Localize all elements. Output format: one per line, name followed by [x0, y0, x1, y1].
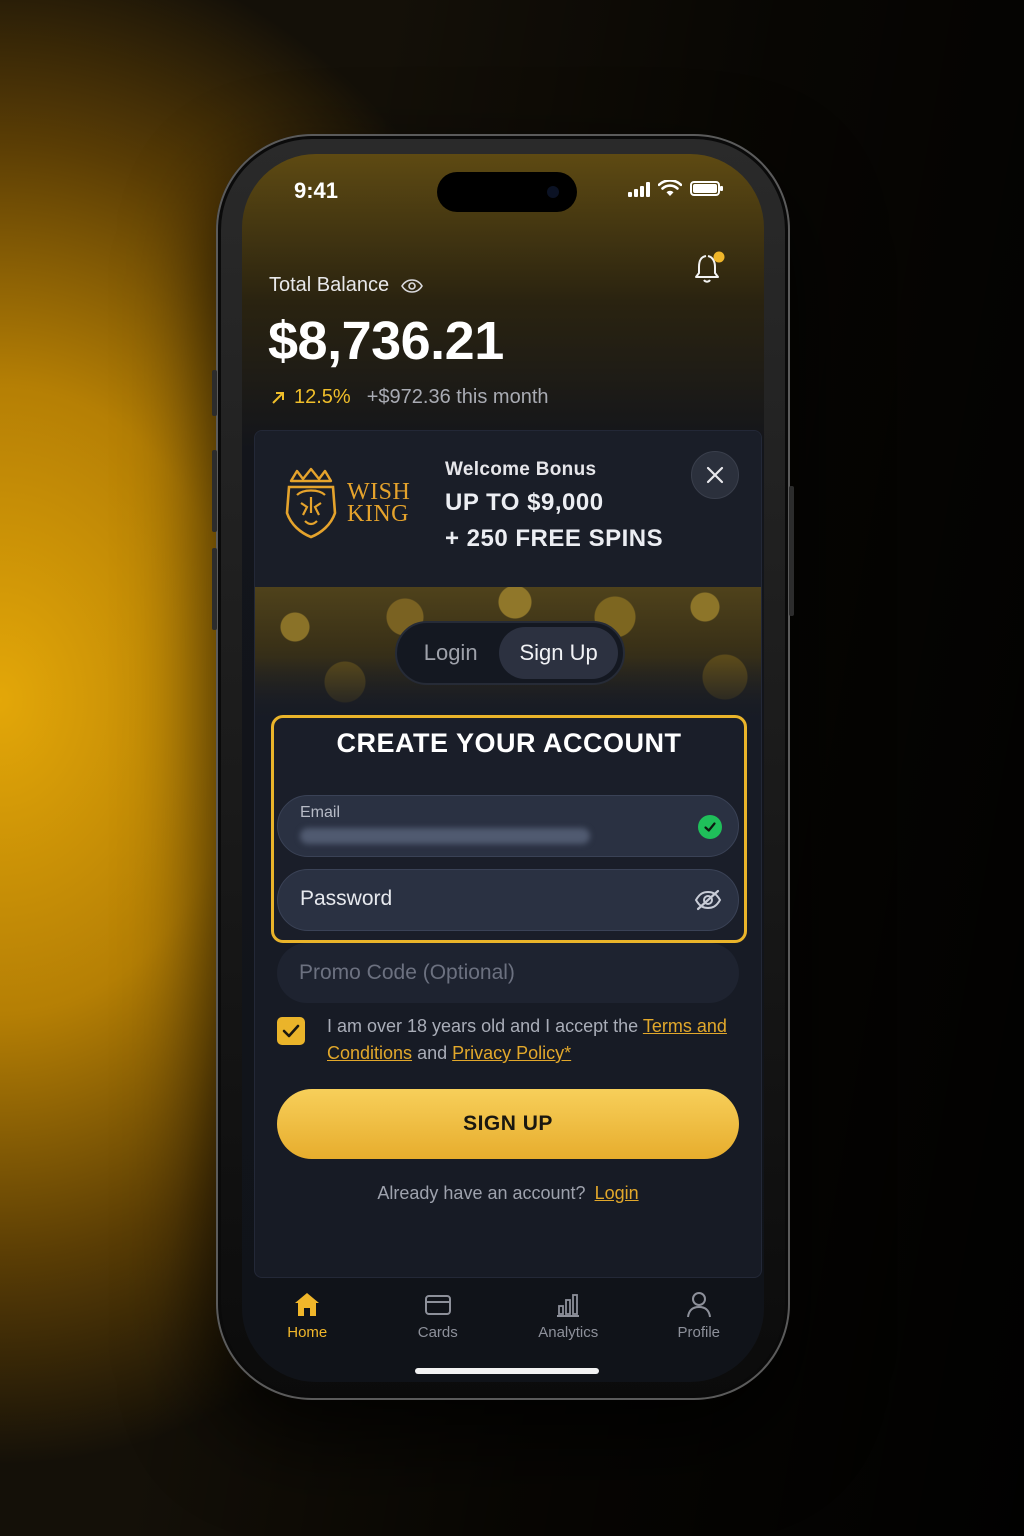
bonus-amount: UP TO $9,000 — [445, 489, 604, 516]
email-field[interactable]: Email — [277, 795, 739, 857]
logo-text: WISH KING — [347, 479, 411, 527]
welcome-bonus-panel: WISH KING Welcome Bonus UP TO $9,000 + 2… — [255, 431, 761, 587]
email-label: Email — [300, 804, 341, 821]
sign-up-button[interactable]: SIGN UP — [277, 1089, 739, 1159]
login-link[interactable]: Login — [595, 1183, 639, 1203]
password-field[interactable]: Password — [277, 869, 739, 931]
agree-and: and — [417, 1043, 448, 1063]
nav-analytics-label: Analytics — [538, 1324, 599, 1341]
wallet-icon — [424, 1295, 451, 1315]
nav-profile-label: Profile — [677, 1324, 721, 1341]
agree-text: I am over 18 years old and I accept the … — [327, 1013, 747, 1067]
nav-home-label: Home — [287, 1324, 328, 1341]
nav-analytics[interactable]: Analytics — [503, 1290, 634, 1360]
wifi-icon — [658, 180, 682, 196]
signup-card: WISH KING Welcome Bonus UP TO $9,000 + 2… — [254, 430, 762, 1278]
home-icon — [295, 1293, 320, 1316]
already-have-account: Already have an account? Login — [255, 1183, 761, 1204]
balance-label: Total Balance — [269, 274, 424, 297]
auth-tabs: Login Sign Up — [395, 621, 625, 685]
balance-label-text: Total Balance — [269, 274, 390, 296]
balance-amount: $8,736.21 — [268, 311, 504, 371]
crowned-lion-icon — [285, 467, 337, 539]
close-button[interactable] — [691, 451, 739, 499]
volume-up-button — [212, 450, 217, 532]
eye-off-icon[interactable] — [694, 888, 722, 912]
promo-code-input[interactable] — [277, 943, 739, 1003]
signal-icon — [628, 181, 650, 197]
eye-icon[interactable] — [401, 278, 424, 293]
already-text: Already have an account? — [377, 1183, 586, 1203]
chart-icon — [557, 1294, 580, 1317]
mute-switch — [212, 370, 217, 416]
screen: 9:41 Total Balance $8,736.21 12.5% +$972… — [242, 154, 764, 1382]
nav-cards[interactable]: Cards — [373, 1290, 504, 1360]
bonus-spins: + 250 FREE SPINS — [445, 525, 664, 552]
phone-frame: 9:41 Total Balance $8,736.21 12.5% +$972… — [212, 134, 794, 1400]
balance-change: 12.5% +$972.36 this month — [270, 386, 549, 409]
change-month: +$972.36 this month — [366, 386, 549, 408]
notification-dot — [713, 251, 725, 263]
checkmark-icon — [282, 1024, 300, 1038]
user-icon — [686, 1292, 711, 1318]
home-indicator — [415, 1368, 599, 1374]
nav-profile[interactable]: Profile — [634, 1290, 765, 1360]
change-percent: 12.5% — [270, 386, 351, 409]
logo-line-1: WISH — [347, 479, 411, 505]
form-title: CREATE YOUR ACCOUNT — [336, 728, 682, 758]
check-circle-icon — [698, 815, 722, 839]
battery-icon — [690, 181, 723, 196]
tab-login[interactable]: Login — [402, 627, 499, 679]
password-placeholder: Password — [300, 887, 393, 910]
bottom-nav: Home Cards Analytics Profile — [242, 1290, 764, 1360]
logo-line-2: KING — [347, 501, 409, 527]
nav-cards-label: Cards — [417, 1324, 458, 1341]
wish-king-logo: WISH KING — [281, 467, 410, 539]
volume-down-button — [212, 548, 217, 630]
change-percent-value: 12.5% — [294, 386, 351, 408]
arrow-up-right-icon — [272, 391, 284, 404]
status-time: 9:41 — [294, 178, 339, 203]
nav-home[interactable]: Home — [242, 1290, 373, 1360]
tab-signup[interactable]: Sign Up — [499, 627, 618, 679]
privacy-link[interactable]: Privacy Policy* — [452, 1043, 571, 1063]
dynamic-island — [437, 172, 577, 212]
agree-prefix: I am over 18 years old and I accept the — [327, 1016, 639, 1036]
bonus-title: Welcome Bonus — [445, 459, 597, 480]
status-icons — [628, 180, 723, 197]
power-button — [789, 486, 794, 616]
bell-icon[interactable] — [692, 250, 726, 286]
age-terms-checkbox[interactable] — [277, 1017, 305, 1045]
close-icon — [706, 466, 724, 484]
email-value-blurred — [300, 828, 590, 844]
